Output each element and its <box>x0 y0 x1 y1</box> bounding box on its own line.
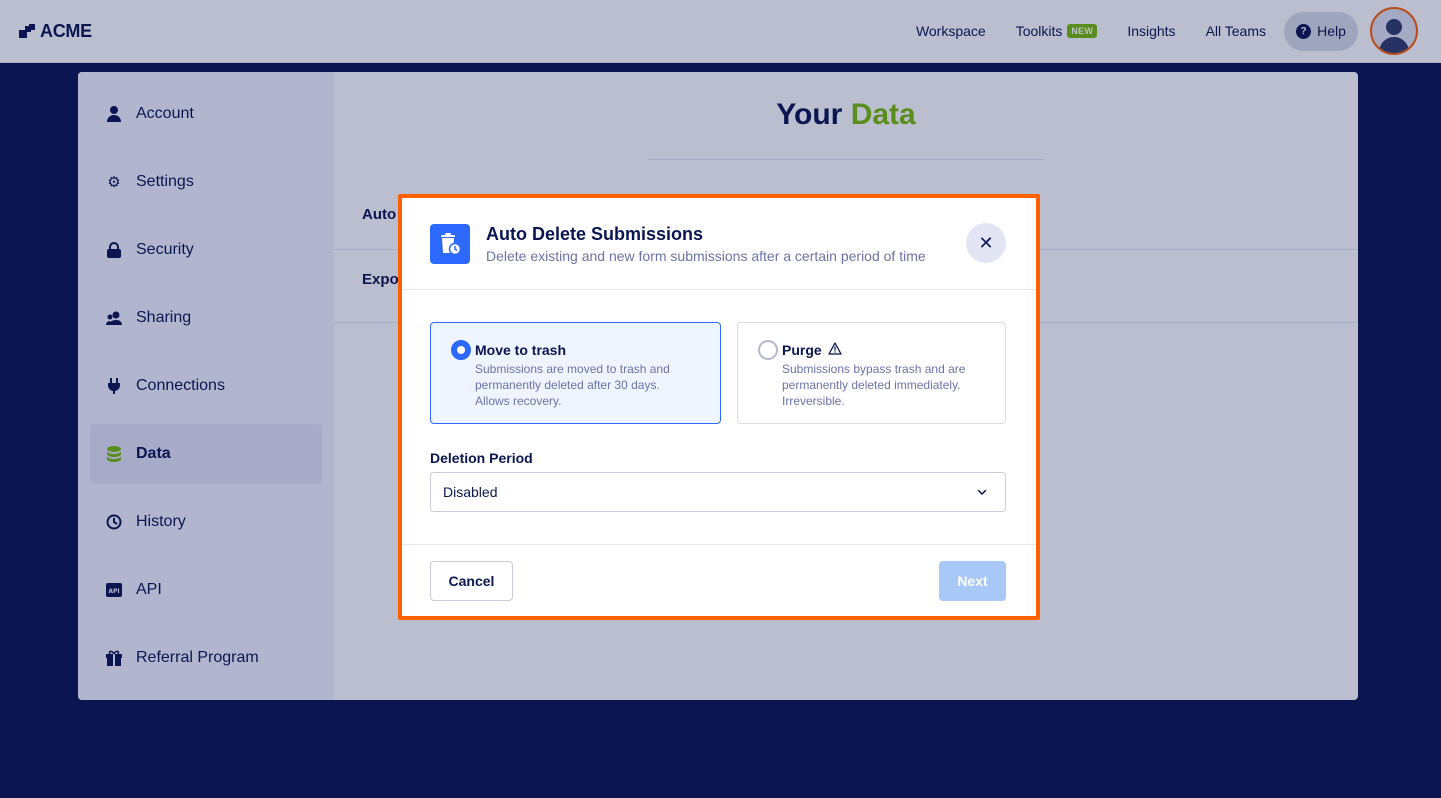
option-description: Submissions bypass trash and are permane… <box>782 362 966 408</box>
modal-title: Auto Delete Submissions <box>486 224 704 244</box>
next-button[interactable]: Next <box>939 561 1006 601</box>
trash-clock-icon <box>430 224 470 264</box>
close-button[interactable]: ✕ <box>966 223 1006 263</box>
purge-radio[interactable] <box>758 340 778 360</box>
deletion-period-label: Deletion Period <box>430 450 533 466</box>
option-title: Move to trash <box>475 342 566 358</box>
modal-subtitle: Delete existing and new form submissions… <box>486 248 926 264</box>
warning-icon <box>828 342 842 358</box>
chevron-down-icon <box>975 485 989 499</box>
cancel-button[interactable]: Cancel <box>430 561 513 601</box>
option-move-to-trash[interactable]: Move to trash Submissions are moved to t… <box>430 322 721 424</box>
auto-delete-modal: Auto Delete Submissions Delete existing … <box>398 194 1040 620</box>
modal-header: Auto Delete Submissions Delete existing … <box>402 198 1036 290</box>
option-purge[interactable]: Purge Submissions bypass trash and are p… <box>737 322 1006 424</box>
option-description: Submissions are moved to trash and perma… <box>475 362 670 408</box>
footer-divider <box>402 544 1036 545</box>
close-icon: ✕ <box>978 232 994 253</box>
option-title-text: Move to trash <box>475 342 567 358</box>
option-title: Purge <box>782 342 842 358</box>
option-title-text: Purge <box>782 342 822 358</box>
move-to-trash-radio[interactable] <box>451 340 471 360</box>
deletion-period-value: Disabled <box>443 484 498 500</box>
deletion-period-select[interactable]: Disabled <box>430 472 1006 512</box>
